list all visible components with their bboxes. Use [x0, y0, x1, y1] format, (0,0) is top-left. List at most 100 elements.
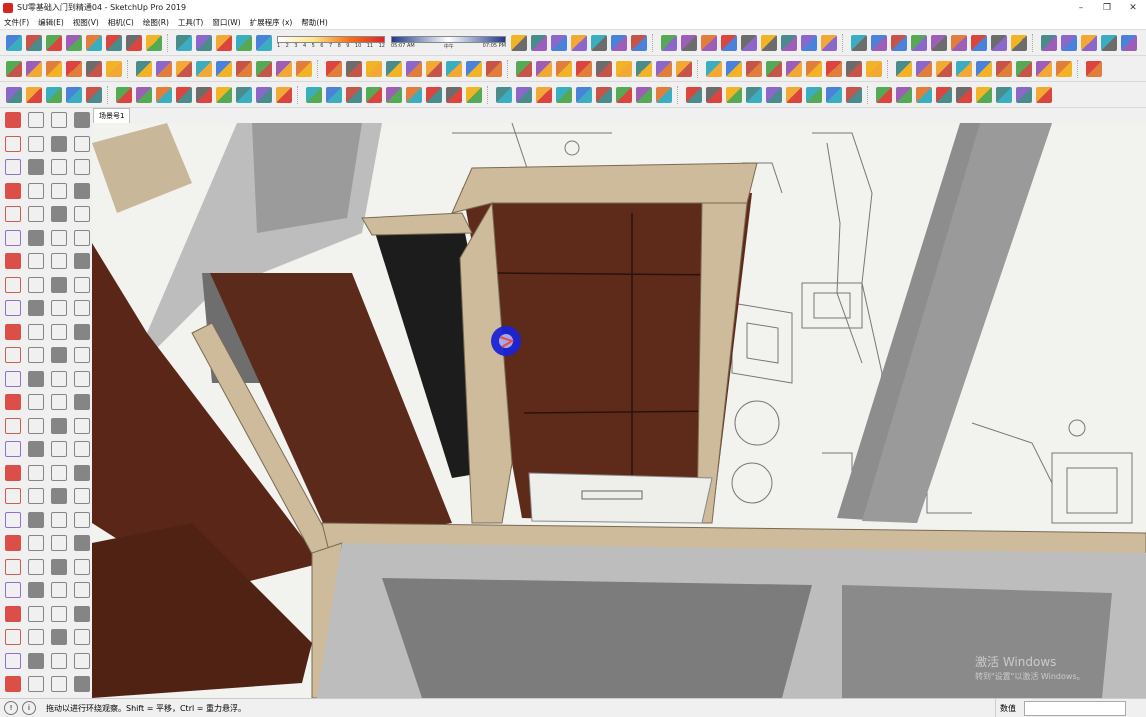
sidebar-tool-icon[interactable] [28, 652, 44, 669]
sidebar-tool-icon[interactable] [74, 488, 90, 504]
sidebar-tool-icon[interactable] [74, 206, 90, 222]
toolbar-tool-icon[interactable] [516, 60, 532, 77]
toolbar-tool-icon[interactable] [976, 86, 992, 103]
toolbar-tool-icon[interactable] [466, 60, 482, 77]
sidebar-tool-icon[interactable] [28, 394, 44, 410]
sidebar-tool-icon[interactable] [28, 159, 44, 175]
sidebar-tool-icon[interactable] [51, 605, 67, 622]
sidebar-tool-icon[interactable] [28, 417, 44, 434]
sidebar-tool-icon[interactable] [74, 253, 90, 269]
toolbar-tool-icon[interactable] [766, 86, 782, 103]
sidebar-tool-icon[interactable] [74, 323, 90, 340]
sidebar-tool-icon[interactable] [5, 323, 21, 340]
warning-icon[interactable]: ! [4, 701, 18, 715]
sidebar-tool-icon[interactable] [28, 629, 44, 645]
toolbar-tool-icon[interactable] [536, 86, 552, 103]
toolbar-tool-icon[interactable] [936, 86, 952, 103]
toolbar-tool-icon[interactable] [446, 86, 462, 103]
toolbar-tool-icon[interactable] [1061, 34, 1077, 51]
toolbar-tool-icon[interactable] [136, 86, 152, 103]
toolbar-tool-icon[interactable] [296, 60, 312, 77]
toolbar-tool-icon[interactable] [911, 34, 927, 51]
sidebar-tool-icon[interactable] [5, 229, 21, 246]
toolbar-tool-icon[interactable] [976, 60, 992, 77]
sidebar-tool-icon[interactable] [51, 253, 67, 269]
menu-tools[interactable]: 工具(T) [174, 17, 208, 28]
shadow-time-track[interactable]: 05:07 AM 中午 07:05 PM [391, 35, 506, 50]
sidebar-tool-icon[interactable] [74, 605, 90, 622]
sidebar-tool-icon[interactable] [74, 558, 90, 575]
toolbar-tool-icon[interactable] [721, 34, 737, 51]
toolbar-tool-icon[interactable] [236, 60, 252, 77]
toolbar-tool-icon[interactable] [466, 86, 482, 103]
sidebar-tool-icon[interactable] [5, 676, 21, 692]
toolbar-tool-icon[interactable] [846, 86, 862, 103]
sidebar-tool-icon[interactable] [51, 370, 67, 387]
sidebar-tool-icon[interactable] [51, 417, 67, 434]
toolbar-tool-icon[interactable] [256, 34, 272, 51]
toolbar-tool-icon[interactable] [806, 60, 822, 77]
toolbar-tool-icon[interactable] [686, 86, 702, 103]
sidebar-tool-icon[interactable] [28, 605, 44, 622]
toolbar-tool-icon[interactable] [536, 60, 552, 77]
sidebar-tool-icon[interactable] [74, 441, 90, 457]
toolbar-tool-icon[interactable] [681, 34, 697, 51]
menu-edit[interactable]: 编辑(E) [34, 17, 69, 28]
toolbar-tool-icon[interactable] [1121, 34, 1137, 51]
sidebar-tool-icon[interactable] [51, 159, 67, 175]
toolbar-tool-icon[interactable] [951, 34, 967, 51]
toolbar-tool-icon[interactable] [26, 86, 42, 103]
toolbar-tool-icon[interactable] [636, 86, 652, 103]
sidebar-tool-icon[interactable] [51, 206, 67, 222]
toolbar-tool-icon[interactable] [1081, 34, 1097, 51]
toolbar-tool-icon[interactable] [366, 86, 382, 103]
toolbar-tool-icon[interactable] [1036, 86, 1052, 103]
toolbar-tool-icon[interactable] [1056, 60, 1072, 77]
toolbar-tool-icon[interactable] [761, 34, 777, 51]
toolbar-tool-icon[interactable] [661, 34, 677, 51]
toolbar-tool-icon[interactable] [576, 86, 592, 103]
sidebar-tool-icon[interactable] [28, 488, 44, 504]
sidebar-tool-icon[interactable] [28, 441, 44, 457]
sidebar-tool-icon[interactable] [74, 394, 90, 410]
toolbar-tool-icon[interactable] [176, 86, 192, 103]
toolbar-tool-icon[interactable] [786, 60, 802, 77]
toolbar-tool-icon[interactable] [86, 60, 102, 77]
sidebar-tool-icon[interactable] [51, 441, 67, 457]
sidebar-tool-icon[interactable] [5, 629, 21, 645]
sidebar-tool-icon[interactable] [51, 394, 67, 410]
toolbar-tool-icon[interactable] [931, 34, 947, 51]
toolbar-tool-icon[interactable] [26, 60, 42, 77]
sidebar-tool-icon[interactable] [28, 182, 44, 199]
toolbar-tool-icon[interactable] [706, 86, 722, 103]
sidebar-tool-icon[interactable] [5, 582, 21, 598]
toolbar-tool-icon[interactable] [326, 60, 342, 77]
sidebar-tool-icon[interactable] [28, 229, 44, 246]
toolbar-tool-icon[interactable] [821, 34, 837, 51]
toolbar-tool-icon[interactable] [146, 34, 162, 51]
toolbar-tool-icon[interactable] [571, 34, 587, 51]
sidebar-tool-icon[interactable] [74, 347, 90, 363]
toolbar-tool-icon[interactable] [256, 86, 272, 103]
sidebar-tool-icon[interactable] [51, 464, 67, 481]
toolbar-tool-icon[interactable] [196, 34, 212, 51]
toolbar-tool-icon[interactable] [6, 34, 22, 51]
toolbar-tool-icon[interactable] [86, 86, 102, 103]
toolbar-tool-icon[interactable] [1036, 60, 1052, 77]
toolbar-tool-icon[interactable] [86, 34, 102, 51]
sidebar-tool-icon[interactable] [5, 394, 21, 410]
toolbar-tool-icon[interactable] [46, 86, 62, 103]
toolbar-tool-icon[interactable] [936, 60, 952, 77]
toolbar-tool-icon[interactable] [596, 86, 612, 103]
sidebar-tool-icon[interactable] [51, 676, 67, 692]
toolbar-tool-icon[interactable] [276, 60, 292, 77]
toolbar-tool-icon[interactable] [106, 60, 122, 77]
sidebar-tool-icon[interactable] [51, 347, 67, 363]
toolbar-tool-icon[interactable] [656, 60, 672, 77]
toolbar-tool-icon[interactable] [801, 34, 817, 51]
toolbar-tool-icon[interactable] [486, 60, 502, 77]
toolbar-tool-icon[interactable] [326, 86, 342, 103]
sidebar-tool-icon[interactable] [28, 323, 44, 340]
toolbar-tool-icon[interactable] [426, 60, 442, 77]
toolbar-tool-icon[interactable] [386, 60, 402, 77]
